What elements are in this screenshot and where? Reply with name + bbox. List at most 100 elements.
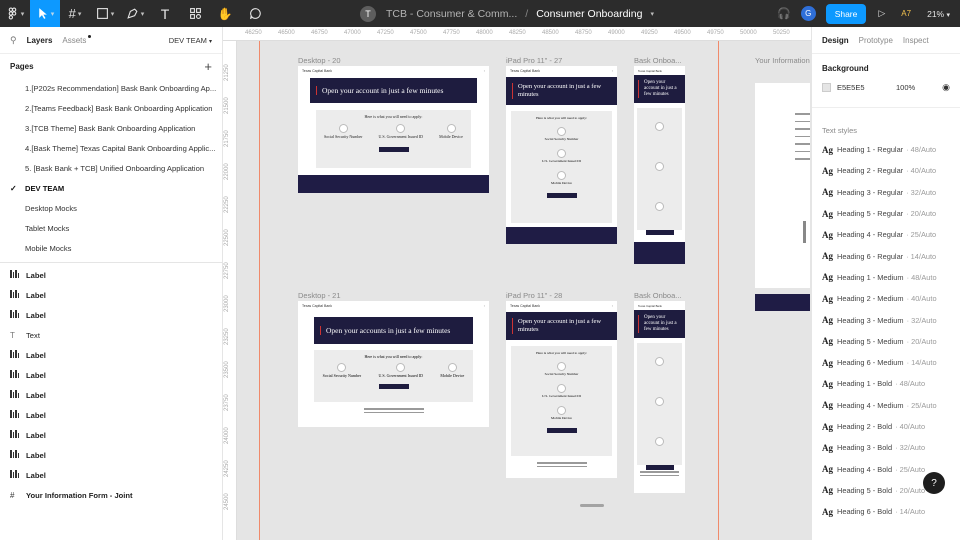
frame-your-information[interactable] [755,83,810,288]
tab-assets[interactable]: Assets [62,34,92,45]
layer-item[interactable]: Label [0,285,222,305]
page-item[interactable]: 3.[TCB Theme] Bask Bank Onboarding Appli… [0,118,222,138]
move-tool-button[interactable]: ▾ [30,0,60,27]
chevron-down-icon[interactable]: ▾ [650,10,654,18]
text-style-item[interactable]: Ag Heading 2 - Bold · 40/Auto [812,416,960,437]
text-style-item[interactable]: Ag Heading 6 - Regular · 14/Auto [812,245,960,266]
resources-tool-button[interactable] [180,0,210,27]
mock-hero-text: Open your account in just a few minutes [638,80,681,98]
layer-label: Label [26,470,46,480]
layer-item[interactable]: Label [0,445,222,465]
background-opacity-input[interactable]: 100% [896,83,915,92]
mock-button [378,147,409,152]
headphones-icon[interactable]: 🎧 [777,7,791,20]
frame-label[interactable]: Bask Onboa... [634,56,682,65]
phone-icon [447,363,457,372]
layer-item[interactable]: Label [0,405,222,425]
present-play-icon[interactable]: ▷ [878,8,885,19]
page-item-current[interactable]: ✓ DEV TEAM [0,178,222,198]
text-style-item[interactable]: Ag Heading 3 - Regular · 32/Auto [812,182,960,203]
frame-tool-button[interactable]: # ▾ [60,0,90,27]
text-style-item[interactable]: Ag Heading 2 - Medium · 40/Auto [812,288,960,309]
ag-typography-icon: Ag [822,336,833,347]
text-style-item[interactable]: Ag Heading 3 - Medium · 32/Auto [812,309,960,330]
component-bars-icon [10,370,22,380]
layer-item[interactable]: Label [0,345,222,365]
zoom-level[interactable]: 21% ▾ [927,9,950,19]
page-item[interactable]: 4.[Bask Theme] Texas Capital Bank Onboar… [0,138,222,158]
shape-tool-button[interactable]: ▾ [90,0,120,27]
frame-label[interactable]: iPad Pro 11" - 28 [506,291,562,300]
a7-indicator[interactable]: A7 [901,9,911,18]
text-style-item[interactable]: Ag Heading 1 - Bold · 48/Auto [812,373,960,394]
ruler-tick: 49000 [608,30,625,36]
frame-label[interactable]: Your Information [755,56,810,65]
eye-visibility-icon[interactable]: ◉ [942,82,950,93]
page-item[interactable]: 2.[Teams Feedback] Bask Bank Onboarding … [0,98,222,118]
layer-item[interactable]: Label [0,425,222,445]
color-swatch[interactable] [822,83,831,92]
mock-apply-heading: Here is what you will need to apply: [536,351,587,355]
text-style-item[interactable]: Ag Heading 3 - Bold · 32/Auto [812,437,960,458]
layer-item[interactable]: # Your Information Form - Joint [0,485,222,505]
tab-layers[interactable]: Layers [27,36,53,45]
canvas-scrollbar[interactable] [580,504,604,507]
text-style-item[interactable]: Ag Heading 4 - Medium · 25/Auto [812,395,960,416]
layer-item[interactable]: Label [0,365,222,385]
file-name[interactable]: Consumer Onboarding [536,8,642,20]
text-style-item[interactable]: Ag Heading 6 - Bold · 14/Auto [812,501,960,522]
layer-item[interactable]: Label [0,385,222,405]
layer-item[interactable]: Label [0,265,222,285]
frame-bask-mobile-1[interactable]: Texas Capital Bank Open your account in … [634,66,685,264]
frame-ipad-28[interactable]: Texas Capital Bank ◦ Open your account in… [506,301,617,478]
page-item[interactable]: Desktop Mocks [0,198,222,218]
text-style-item[interactable]: Ag Heading 6 - Medium · 14/Auto [812,352,960,373]
search-icon[interactable]: ⚲ [10,35,17,46]
frame-bask-mobile-2[interactable]: Texas Capital Bank Open your account in … [634,301,685,493]
mock-requirements-panel [637,343,682,470]
user-avatar[interactable]: G [800,6,816,21]
frame-label[interactable]: Desktop - 21 [298,291,341,300]
ruler-tick: 23250 [224,328,230,345]
page-item-label: Tablet Mocks [25,223,70,233]
frame-label[interactable]: Bask Onboa... [634,291,682,300]
frame-desktop-21[interactable]: Texas Capital Bank ◦ Open your accounts i… [298,301,489,427]
help-button[interactable]: ? [923,472,945,494]
share-button[interactable]: Share [825,3,867,24]
tab-design[interactable]: Design [822,36,849,45]
frame-label[interactable]: Desktop - 20 [298,56,341,65]
page-item[interactable]: Mobile Mocks [0,238,222,258]
text-style-item[interactable]: Ag Heading 1 - Regular · 48/Auto [812,139,960,160]
tab-inspect[interactable]: Inspect [903,36,929,45]
page-item-label: DEV TEAM [25,183,65,193]
project-name-link[interactable]: TCB - Consumer & Comm... [386,8,517,20]
text-style-item[interactable]: Ag Heading 2 - Regular · 40/Auto [812,160,960,181]
page-item[interactable]: 1.[P202s Recommendation] Bask Bank Onboa… [0,78,222,98]
page-item-label: 4.[Bask Theme] Texas Capital Bank Onboar… [25,143,216,153]
text-style-item[interactable]: Ag Heading 1 - Medium · 48/Auto [812,267,960,288]
page-item[interactable]: 5. [Bask Bank + TCB] Unified Onboarding … [0,158,222,178]
page-selector[interactable]: DEV TEAM ▾ [169,36,212,45]
frame-label[interactable]: iPad Pro 11" - 27 [506,56,562,65]
page-item-label: 3.[TCB Theme] Bask Bank Onboarding Appli… [25,123,196,133]
layer-item[interactable]: Label [0,305,222,325]
text-style-item[interactable]: Ag Heading 5 - Medium · 20/Auto [812,331,960,352]
top-right-controls: 🎧 G Share ▷ A7 21% ▾ [777,0,960,27]
pen-tool-button[interactable]: ▾ [120,0,150,27]
comment-tool-button[interactable] [240,0,270,27]
add-page-icon[interactable]: + [204,59,212,74]
design-canvas[interactable]: Desktop - 20 Texas Capital Bank ◦ Open yo… [237,41,810,540]
text-tool-button[interactable]: T [150,0,180,27]
text-style-item[interactable]: Ag Heading 5 - Regular · 20/Auto [812,203,960,224]
tab-prototype[interactable]: Prototype [859,36,893,45]
page-item[interactable]: Tablet Mocks [0,218,222,238]
main-menu-button[interactable]: ▾ [0,0,30,27]
frame-ipad-27[interactable]: Texas Capital Bank ◦ Open your account in… [506,66,617,244]
text-style-item[interactable]: Ag Heading 4 - Regular · 25/Auto [812,224,960,245]
layer-item[interactable]: T Text [0,325,222,345]
mock-item: U.S. Government Issued ID [378,373,424,378]
layer-item[interactable]: Label [0,465,222,485]
frame-desktop-20[interactable]: Texas Capital Bank ◦ Open your account in… [298,66,489,193]
hand-tool-button[interactable]: ✋ [210,0,240,27]
background-hex-input[interactable]: E5E5E5 [837,83,887,92]
